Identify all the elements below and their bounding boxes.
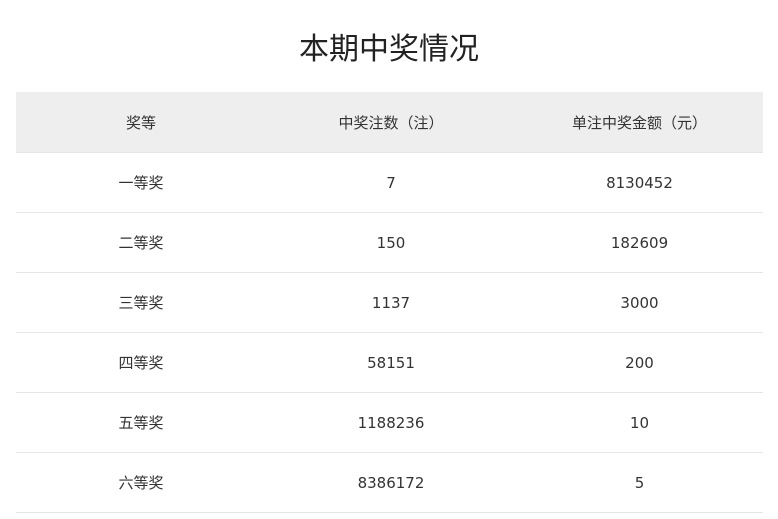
prize-amount-cell: 3000 bbox=[516, 272, 763, 333]
table-row: 五等奖 1188236 10 bbox=[16, 392, 763, 453]
prize-amount-cell: 5 bbox=[516, 452, 763, 513]
winning-count-cell: 58151 bbox=[266, 332, 516, 393]
column-header-prize-level: 奖等 bbox=[16, 92, 266, 153]
table-row: 一等奖 7 8130452 bbox=[16, 152, 763, 213]
winning-count-cell: 1137 bbox=[266, 272, 516, 333]
winning-count-cell: 150 bbox=[266, 212, 516, 273]
column-header-winning-count: 中奖注数（注） bbox=[266, 92, 516, 153]
table-row: 四等奖 58151 200 bbox=[16, 332, 763, 393]
prize-level-cell: 六等奖 bbox=[16, 452, 266, 513]
table-header: 奖等 中奖注数（注） 单注中奖金额（元） bbox=[16, 92, 763, 153]
prize-amount-cell: 8130452 bbox=[516, 152, 763, 213]
table-row: 六等奖 8386172 5 bbox=[16, 452, 763, 513]
table-header-row: 奖等 中奖注数（注） 单注中奖金额（元） bbox=[16, 92, 763, 153]
column-header-prize-amount: 单注中奖金额（元） bbox=[516, 92, 763, 153]
prize-level-cell: 三等奖 bbox=[16, 272, 266, 333]
table-row: 三等奖 1137 3000 bbox=[16, 272, 763, 333]
table-row: 二等奖 150 182609 bbox=[16, 212, 763, 273]
prize-level-cell: 一等奖 bbox=[16, 152, 266, 213]
prize-table: 奖等 中奖注数（注） 单注中奖金额（元） 一等奖 7 8130452 二等奖 1… bbox=[16, 92, 763, 513]
table-body: 一等奖 7 8130452 二等奖 150 182609 三等奖 1137 30… bbox=[16, 152, 763, 513]
prize-level-cell: 四等奖 bbox=[16, 332, 266, 393]
winning-count-cell: 7 bbox=[266, 152, 516, 213]
prize-amount-cell: 200 bbox=[516, 332, 763, 393]
winning-count-cell: 8386172 bbox=[266, 452, 516, 513]
winning-count-cell: 1188236 bbox=[266, 392, 516, 453]
prize-level-cell: 五等奖 bbox=[16, 392, 266, 453]
prize-level-cell: 二等奖 bbox=[16, 212, 266, 273]
prize-amount-cell: 10 bbox=[516, 392, 763, 453]
prize-amount-cell: 182609 bbox=[516, 212, 763, 273]
page-title: 本期中奖情况 bbox=[299, 32, 479, 68]
